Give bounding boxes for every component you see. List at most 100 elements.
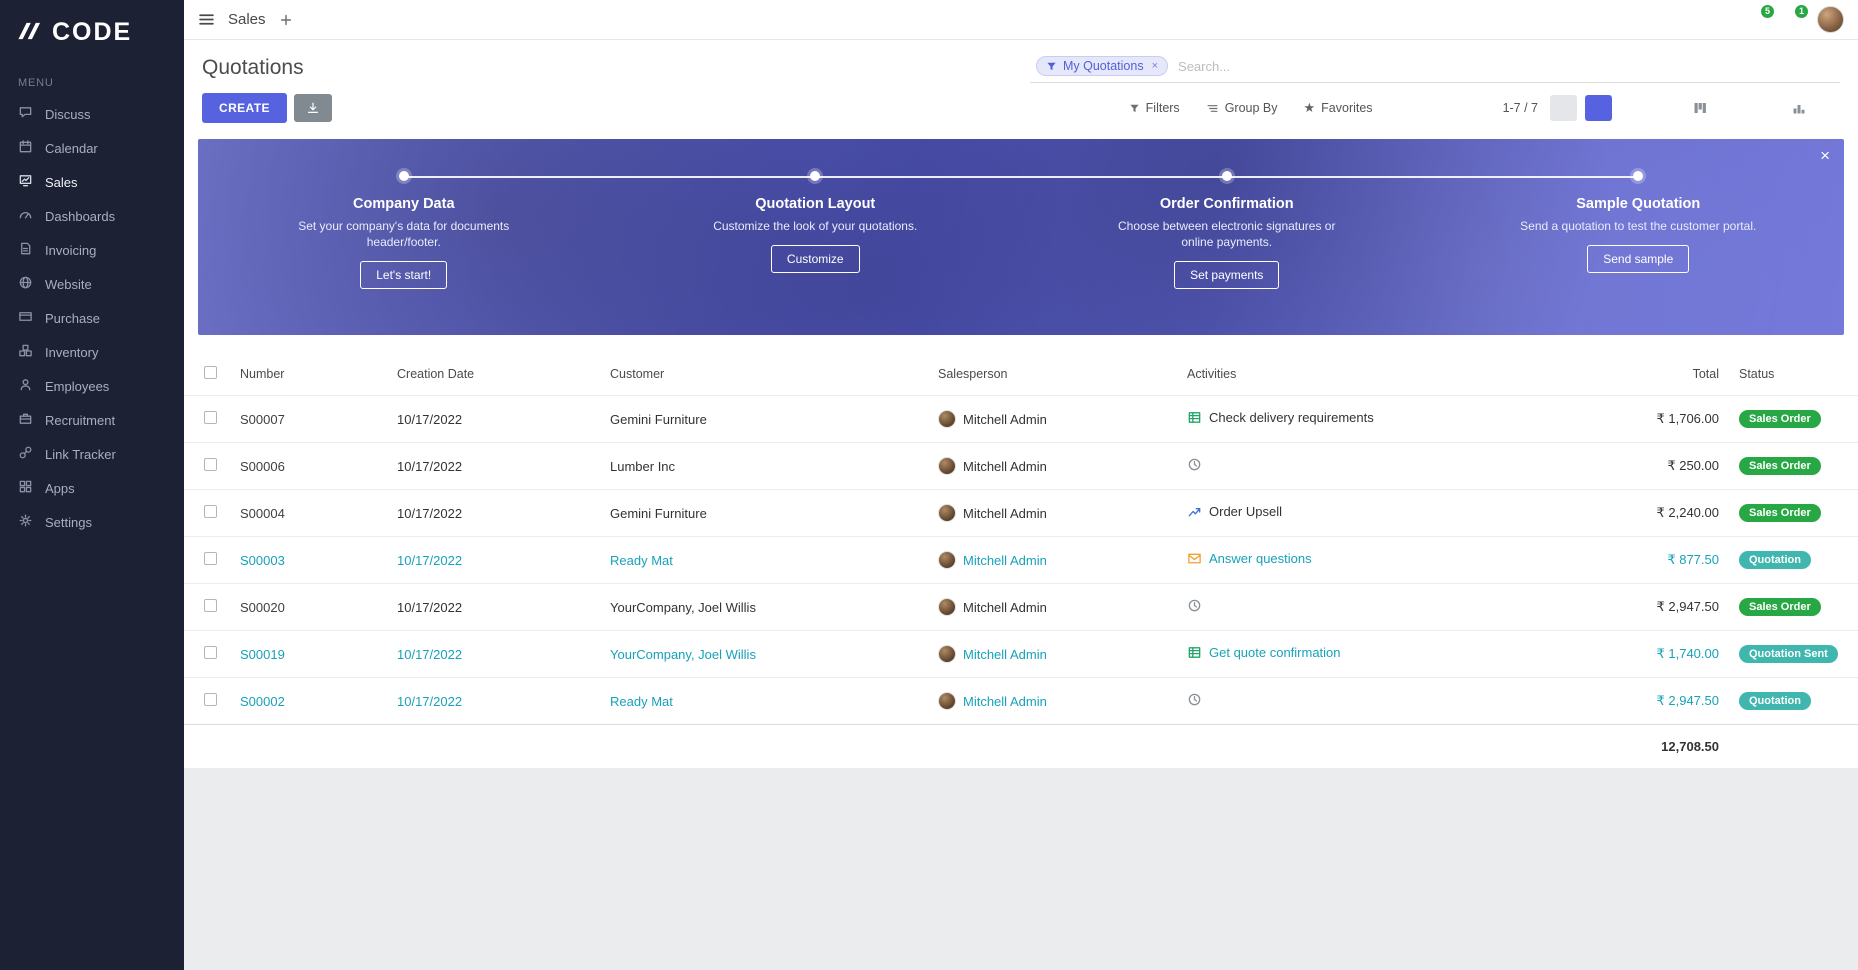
- search-facet-label: My Quotations: [1063, 59, 1144, 73]
- status-badge: Quotation: [1739, 551, 1811, 569]
- sidebar-item-label: Apps: [45, 481, 75, 496]
- sidebar-item-employees[interactable]: Employees: [0, 369, 184, 403]
- table-row[interactable]: S00019 10/17/2022 YourCompany, Joel Will…: [184, 631, 1858, 678]
- app-window: CODE MENU Discuss Calendar Sales Dashboa…: [0, 0, 1858, 970]
- invoicing-icon: [18, 241, 33, 259]
- pager-next-button[interactable]: [1585, 95, 1612, 121]
- sidebar-item-discuss[interactable]: Discuss: [0, 97, 184, 131]
- cell-customer: YourCompany, Joel Willis: [600, 584, 928, 631]
- cell-status: Sales Order: [1729, 443, 1858, 490]
- favorites-label: Favorites: [1321, 101, 1372, 115]
- hamburger-menu-icon[interactable]: [198, 11, 215, 28]
- table-row[interactable]: S00003 10/17/2022 Ready Mat Mitchell Adm…: [184, 537, 1858, 584]
- kanban-view-icon[interactable]: [1692, 100, 1708, 116]
- export-button[interactable]: [294, 94, 332, 122]
- column-header-status[interactable]: Status: [1729, 351, 1858, 396]
- cell-status: Sales Order: [1729, 396, 1858, 443]
- step-title: Company Data: [198, 196, 610, 212]
- pivot-view-icon[interactable]: [1758, 100, 1774, 116]
- search-facet[interactable]: My Quotations ×: [1036, 56, 1168, 76]
- sidebar-item-website[interactable]: Website: [0, 267, 184, 301]
- add-tab-icon[interactable]: [279, 13, 293, 27]
- row-checkbox[interactable]: [204, 599, 217, 612]
- status-badge: Quotation Sent: [1739, 645, 1838, 663]
- cell-customer: Gemini Furniture: [600, 396, 928, 443]
- cell-creation-date: 10/17/2022: [387, 584, 600, 631]
- select-all-checkbox[interactable]: [204, 366, 217, 379]
- cell-activity[interactable]: [1177, 584, 1539, 631]
- row-checkbox[interactable]: [204, 458, 217, 471]
- lets-start-button[interactable]: Let's start!: [360, 261, 447, 289]
- row-checkbox[interactable]: [204, 552, 217, 565]
- send-sample-button[interactable]: Send sample: [1587, 245, 1689, 273]
- group-by-button[interactable]: Group By: [1206, 101, 1278, 115]
- activities-badge: 1: [1795, 5, 1808, 18]
- cell-number: S00002: [230, 678, 387, 725]
- dashboards-icon: [18, 207, 33, 225]
- cell-total: ₹ 250.00: [1539, 443, 1729, 490]
- logo-text: CODE: [52, 18, 132, 47]
- sales-icon: [18, 173, 33, 191]
- sidebar-item-inventory[interactable]: Inventory: [0, 335, 184, 369]
- cell-status: Quotation Sent: [1729, 631, 1858, 678]
- cell-activity[interactable]: Get quote confirmation: [1177, 631, 1539, 678]
- table-row[interactable]: S00020 10/17/2022 YourCompany, Joel Will…: [184, 584, 1858, 631]
- sidebar-item-recruitment[interactable]: Recruitment: [0, 403, 184, 437]
- sidebar-item-label: Dashboards: [45, 209, 115, 224]
- messages-icon[interactable]: 5: [1749, 11, 1766, 28]
- column-header-creation-date[interactable]: Creation Date: [387, 351, 600, 396]
- table-row[interactable]: S00002 10/17/2022 Ready Mat Mitchell Adm…: [184, 678, 1858, 725]
- row-checkbox[interactable]: [204, 693, 217, 706]
- list-view-icon[interactable]: [1658, 100, 1675, 117]
- sidebar-item-invoicing[interactable]: Invoicing: [0, 233, 184, 267]
- logo-icon: [16, 18, 42, 47]
- cell-activity[interactable]: Order Upsell: [1177, 490, 1539, 537]
- cell-activity[interactable]: Answer questions: [1177, 537, 1539, 584]
- table-row[interactable]: S00004 10/17/2022 Gemini Furniture Mitch…: [184, 490, 1858, 537]
- brand-logo[interactable]: CODE: [0, 0, 184, 61]
- onboarding-step-sample-quotation: Sample Quotation Send a quotation to tes…: [1433, 171, 1845, 335]
- calendar-icon: [18, 139, 33, 157]
- cell-activity[interactable]: [1177, 443, 1539, 490]
- facet-close-icon[interactable]: ×: [1152, 60, 1158, 72]
- customize-button[interactable]: Customize: [771, 245, 860, 273]
- view-container: Quotations My Quotations × Search... CRE…: [184, 40, 1858, 768]
- cell-total: ₹ 2,947.50: [1539, 584, 1729, 631]
- cell-activity[interactable]: Check delivery requirements: [1177, 396, 1539, 443]
- search-icon[interactable]: [1819, 59, 1834, 74]
- table-row[interactable]: S00006 10/17/2022 Lumber Inc Mitchell Ad…: [184, 443, 1858, 490]
- sidebar-item-calendar[interactable]: Calendar: [0, 131, 184, 165]
- sidebar-item-settings[interactable]: Settings: [0, 505, 184, 539]
- sidebar-item-purchase[interactable]: Purchase: [0, 301, 184, 335]
- column-header-customer[interactable]: Customer: [600, 351, 928, 396]
- column-header-total[interactable]: Total: [1539, 351, 1729, 396]
- column-header-number[interactable]: Number: [230, 351, 387, 396]
- activity-view-icon[interactable]: [1824, 100, 1840, 116]
- cell-total: ₹ 1,740.00: [1539, 631, 1729, 678]
- sidebar-item-dashboards[interactable]: Dashboards: [0, 199, 184, 233]
- row-checkbox[interactable]: [204, 505, 217, 518]
- filters-button[interactable]: Filters: [1129, 101, 1180, 115]
- link-tracker-icon: [18, 445, 33, 463]
- search-input[interactable]: My Quotations × Search...: [1030, 53, 1840, 83]
- user-avatar[interactable]: [1817, 6, 1844, 33]
- graph-view-icon[interactable]: [1791, 100, 1807, 116]
- pager-prev-button[interactable]: [1550, 95, 1577, 121]
- sidebar-item-sales[interactable]: Sales: [0, 165, 184, 199]
- set-payments-button[interactable]: Set payments: [1174, 261, 1279, 289]
- create-button[interactable]: CREATE: [202, 93, 287, 123]
- row-checkbox[interactable]: [204, 411, 217, 424]
- step-title: Sample Quotation: [1433, 196, 1845, 212]
- column-header-activities[interactable]: Activities: [1177, 351, 1539, 396]
- sidebar-item-link-tracker[interactable]: Link Tracker: [0, 437, 184, 471]
- row-checkbox[interactable]: [204, 646, 217, 659]
- favorites-button[interactable]: ★ Favorites: [1304, 100, 1373, 116]
- activities-clock-icon[interactable]: 1: [1783, 11, 1800, 28]
- sidebar-item-apps[interactable]: Apps: [0, 471, 184, 505]
- calendar-view-icon[interactable]: [1725, 100, 1741, 116]
- column-header-salesperson[interactable]: Salesperson: [928, 351, 1177, 396]
- debug-icon[interactable]: [1716, 12, 1732, 28]
- cell-activity[interactable]: [1177, 678, 1539, 725]
- table-row[interactable]: S00007 10/17/2022 Gemini Furniture Mitch…: [184, 396, 1858, 443]
- current-app-name[interactable]: Sales: [228, 11, 266, 28]
